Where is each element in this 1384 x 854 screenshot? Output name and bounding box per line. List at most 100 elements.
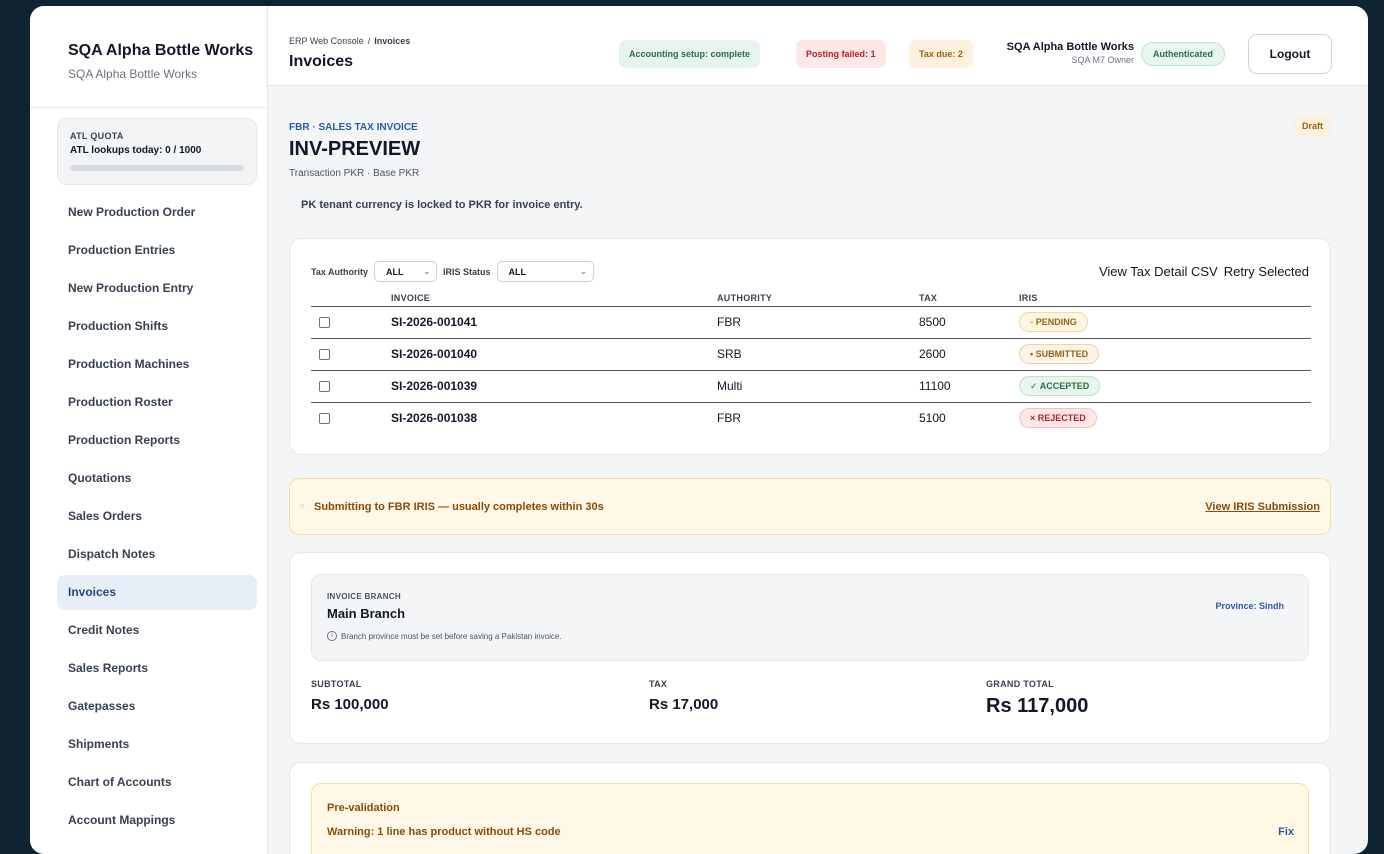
fix-link[interactable]: Fix — [1278, 826, 1294, 838]
main-area: ERP Web Console / Invoices Invoices Accoun… — [268, 6, 1368, 854]
invoice-branch-name[interactable]: Main Branch — [327, 606, 405, 621]
invoice-status-badge: Draft — [1293, 116, 1331, 136]
row-checkbox[interactable] — [319, 348, 330, 360]
branch-hint-text: Branch province must be set before savin… — [341, 631, 562, 641]
invoice-branch-box: INVOICE BRANCH Main Branch i Branch prov… — [311, 574, 1309, 661]
page-title: Invoices — [289, 53, 354, 70]
chevron-down-icon: ⌄ — [579, 267, 587, 276]
spinner-dot-icon: ○ — [300, 501, 305, 510]
sidebar-item-production-roster[interactable]: Production Roster — [30, 385, 267, 420]
sidebar-item-new-production-entry[interactable]: New Production Entry — [30, 271, 267, 306]
iris-status-badge: • SUBMITTED — [1019, 344, 1100, 364]
iris-status-select-value: ALL — [508, 266, 527, 277]
row-checkbox[interactable] — [319, 380, 330, 392]
row-checkbox[interactable] — [319, 316, 330, 328]
sidebar-item-production-machines[interactable]: Production Machines — [30, 347, 267, 382]
iris-status-filter-label: IRIS Status — [443, 266, 491, 277]
retry-selected-button[interactable]: Retry Selected — [1224, 264, 1309, 279]
atl-quota-title: ATL QUOTA — [70, 131, 124, 141]
table-row[interactable]: SI-2026-001040 SRB 2600 • SUBMITTED — [311, 338, 1311, 371]
sidebar-item-gatepasses[interactable]: Gatepasses — [30, 689, 267, 724]
table-row[interactable]: SI-2026-001038 FBR 5100 × REJECTED — [311, 402, 1311, 434]
atl-quota-card: ATL QUOTA ATL lookups today: 0 / 1000 — [57, 118, 257, 185]
logout-button[interactable]: Logout — [1248, 34, 1332, 74]
sidebar-item-quotations[interactable]: Quotations — [30, 461, 267, 496]
sidebar-item-credit-notes[interactable]: Credit Notes — [30, 613, 267, 648]
subtotal-block: SUBTOTAL Rs 100,000 — [311, 679, 389, 713]
iris-submission-banner: ○ Submitting to FBR IRIS — usually compl… — [289, 478, 1331, 535]
auth-status-badge: Authenticated — [1141, 42, 1226, 66]
iris-status-badge: ◦ PENDING — [1019, 312, 1088, 332]
column-header-invoice: INVOICE — [391, 291, 717, 307]
invoice-id-cell[interactable]: SI-2026-001039 — [391, 370, 717, 403]
sidebar-item-chart-of-accounts[interactable]: Chart of Accounts — [30, 765, 267, 800]
tax-cell: 8500 — [919, 306, 1019, 339]
sidebar-item-production-entries[interactable]: Production Entries — [30, 233, 267, 268]
tax-cell: 11100 — [919, 370, 1019, 403]
sidebar-item-shipments[interactable]: Shipments — [30, 727, 267, 762]
atl-quota-progress-bar — [70, 165, 244, 171]
table-row[interactable]: SI-2026-001041 FBR 8500 ◦ PENDING — [311, 306, 1311, 339]
breadcrumb-root[interactable]: ERP Web Console — [289, 36, 364, 46]
iris-submission-message: Submitting to FBR IRIS — usually complet… — [314, 501, 604, 513]
tax-authority-select-value: ALL — [386, 266, 404, 277]
invoice-id-cell[interactable]: SI-2026-001041 — [391, 306, 717, 339]
tax-cell: 5100 — [919, 411, 946, 426]
breadcrumb-current: Invoices — [374, 36, 411, 46]
tax-cell: 2600 — [919, 338, 1019, 371]
posting-failed-badge[interactable]: Posting failed: 1 — [796, 40, 886, 68]
row-checkbox-cell — [311, 402, 391, 434]
sidebar-item-production-shifts[interactable]: Production Shifts — [30, 309, 267, 344]
brand-title: SQA Alpha Bottle Works — [68, 42, 254, 59]
sidebar-item-production-reports[interactable]: Production Reports — [30, 423, 267, 458]
branch-province-badge: Province: Sindh — [1215, 601, 1284, 611]
tax-due-badge[interactable]: Tax due: 2 — [909, 40, 973, 68]
tax-submission-card: Tax Authority ALL ⌄ IRIS Status ALL ⌄ Vi… — [289, 238, 1331, 455]
iris-cell: ◦ PENDING — [1019, 306, 1311, 339]
sidebar-item-sales-orders[interactable]: Sales Orders — [30, 499, 267, 534]
invoice-id-cell[interactable]: SI-2026-001038 — [391, 402, 717, 434]
info-icon: i — [327, 631, 337, 641]
column-header-iris: IRIS — [1019, 291, 1311, 307]
authority-cell: Multi — [717, 370, 919, 403]
branch-totals-card: INVOICE BRANCH Main Branch i Branch prov… — [289, 552, 1331, 744]
user-role: SQA M7 Owner — [1071, 55, 1134, 65]
sidebar-item-new-production-order[interactable]: New Production Order — [30, 195, 267, 230]
sidebar-item-dispatch-notes[interactable]: Dispatch Notes — [30, 537, 267, 572]
brand-subtitle: SQA Alpha Bottle Works — [68, 67, 198, 81]
subtotal-value: Rs 100,000 — [311, 696, 389, 713]
iris-cell: ✓ ACCEPTED — [1019, 370, 1311, 403]
subtotal-label: SUBTOTAL — [311, 679, 362, 689]
atl-quota-usage: ATL lookups today: 0 / 1000 — [70, 145, 202, 156]
row-checkbox[interactable] — [319, 412, 330, 424]
branch-province-hint: i Branch province must be set before sav… — [327, 631, 562, 641]
iris-status-select[interactable]: ALL ⌄ — [496, 261, 594, 282]
column-header-tax: TAX — [919, 291, 1019, 307]
breadcrumb-separator: / — [367, 36, 371, 46]
app-window: SQA Alpha Bottle Works SQA Alpha Bottle … — [30, 6, 1368, 854]
prevalidation-warning-box: Pre-validation Warning: 1 line has produ… — [311, 783, 1309, 854]
breadcrumb: ERP Web Console / Invoices — [289, 36, 410, 46]
prevalidation-title: Pre-validation — [327, 802, 400, 814]
authority-cell: FBR — [717, 306, 919, 339]
tax-total-block: TAX Rs 17,000 — [649, 679, 718, 713]
grand-total-label: GRAND TOTAL — [986, 679, 1054, 689]
user-name: SQA Alpha Bottle Works — [1006, 41, 1134, 53]
tax-total-label: TAX — [649, 679, 668, 689]
invoice-number: INV-PREVIEW — [289, 138, 421, 160]
invoice-id-cell[interactable]: SI-2026-001040 — [391, 338, 717, 371]
tax-authority-filter-label: Tax Authority — [311, 266, 369, 277]
row-checkbox-cell — [311, 306, 391, 339]
row-checkbox-cell — [311, 370, 391, 403]
table-header-row: INVOICE AUTHORITY TAX IRIS — [311, 291, 1311, 307]
view-tax-detail-csv-button[interactable]: View Tax Detail CSV — [1099, 264, 1218, 279]
view-iris-submission-link[interactable]: View IRIS Submission — [1205, 501, 1320, 513]
sidebar-item-invoices[interactable]: Invoices — [57, 575, 257, 610]
sidebar-item-sales-reports[interactable]: Sales Reports — [30, 651, 267, 686]
accounting-status-badge: Accounting setup: complete — [619, 40, 761, 68]
table-row[interactable]: SI-2026-001039 Multi 11100 ✓ ACCEPTED — [311, 370, 1311, 403]
sidebar-item-account-mappings[interactable]: Account Mappings — [30, 803, 267, 838]
tax-authority-select[interactable]: ALL ⌄ — [374, 261, 438, 282]
chevron-down-icon: ⌄ — [423, 267, 431, 276]
table-filters: Tax Authority ALL ⌄ IRIS Status ALL ⌄ — [311, 261, 600, 282]
